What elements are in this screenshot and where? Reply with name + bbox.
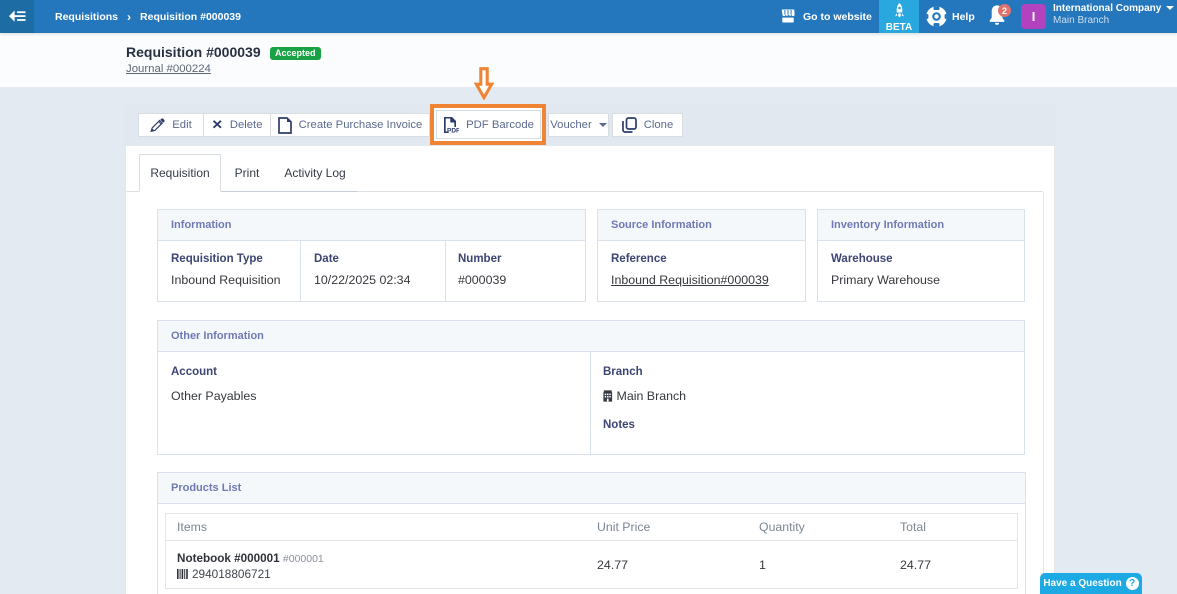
svg-text:PDF: PDF — [447, 127, 459, 134]
